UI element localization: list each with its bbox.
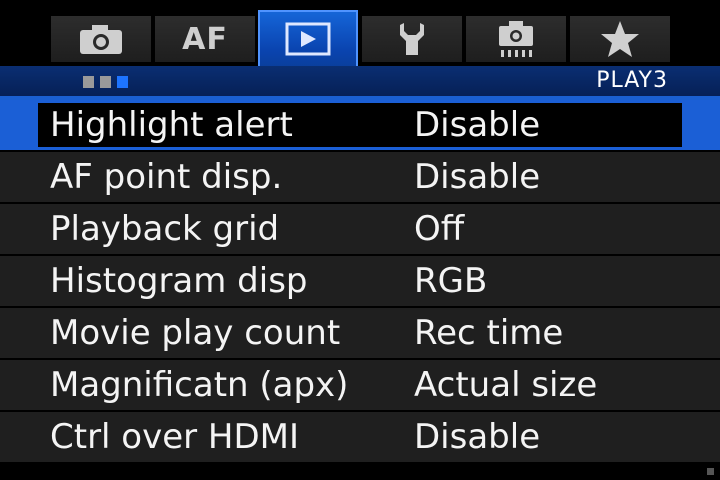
page-indicator [83,76,128,88]
play-icon [285,22,331,56]
menu-item-value: Actual size [414,365,598,405]
menu-item-histogram-disp[interactable]: Histogram disp RGB [0,256,720,306]
menu-item-value: Disable [414,105,541,145]
menu-item-label: Playback grid [50,209,280,249]
menu-item-value: Rec time [414,313,564,353]
menu-item-movie-play-count[interactable]: Movie play count Rec time [0,308,720,358]
tab-af-label: AF [182,21,228,57]
corner-marker [707,468,714,475]
menu-item-af-point-disp[interactable]: AF point disp. Disable [0,152,720,202]
star-icon [601,21,639,57]
tab-af[interactable]: AF [155,16,255,62]
tab-shooting[interactable] [51,16,151,62]
menu-item-label: Magnificatn (apx) [50,365,349,405]
menu-item-label: Histogram disp [50,261,308,301]
menu-item-label: AF point disp. [50,157,283,197]
tab-setup[interactable] [362,16,462,62]
wrench-icon [400,23,424,55]
camera-icon [80,25,122,54]
menu-item-ctrl-over-hdmi[interactable]: Ctrl over HDMI Disable [0,412,720,462]
tab-playback[interactable] [258,10,358,66]
menu-item-highlight-alert[interactable]: Highlight alert Disable [0,100,720,150]
menu-item-playback-grid[interactable]: Playback grid Off [0,204,720,254]
menu-item-value: RGB [414,261,488,301]
page-label: PLAY3 [596,68,668,93]
menu-item-value: Off [414,209,465,249]
menu-item-label: Movie play count [50,313,341,353]
menu-item-label: Ctrl over HDMI [50,417,300,457]
menu-item-value: Disable [414,417,541,457]
menu-item-magnification[interactable]: Magnificatn (apx) Actual size [0,360,720,410]
page-dot-2 [100,76,111,88]
page-dot-3-active [117,76,128,88]
tab-custom-functions[interactable] [466,16,566,62]
custom-camera-icon [499,21,533,57]
tab-my-menu[interactable] [570,16,670,62]
menu-tab-bar: AF [0,0,720,66]
menu-item-value: Disable [414,157,541,197]
menu-page-header: PLAY3 [0,66,720,96]
menu-item-label: Highlight alert [50,105,293,145]
page-dot-1 [83,76,94,88]
settings-list: Highlight alert Disable AF point disp. D… [0,100,720,464]
